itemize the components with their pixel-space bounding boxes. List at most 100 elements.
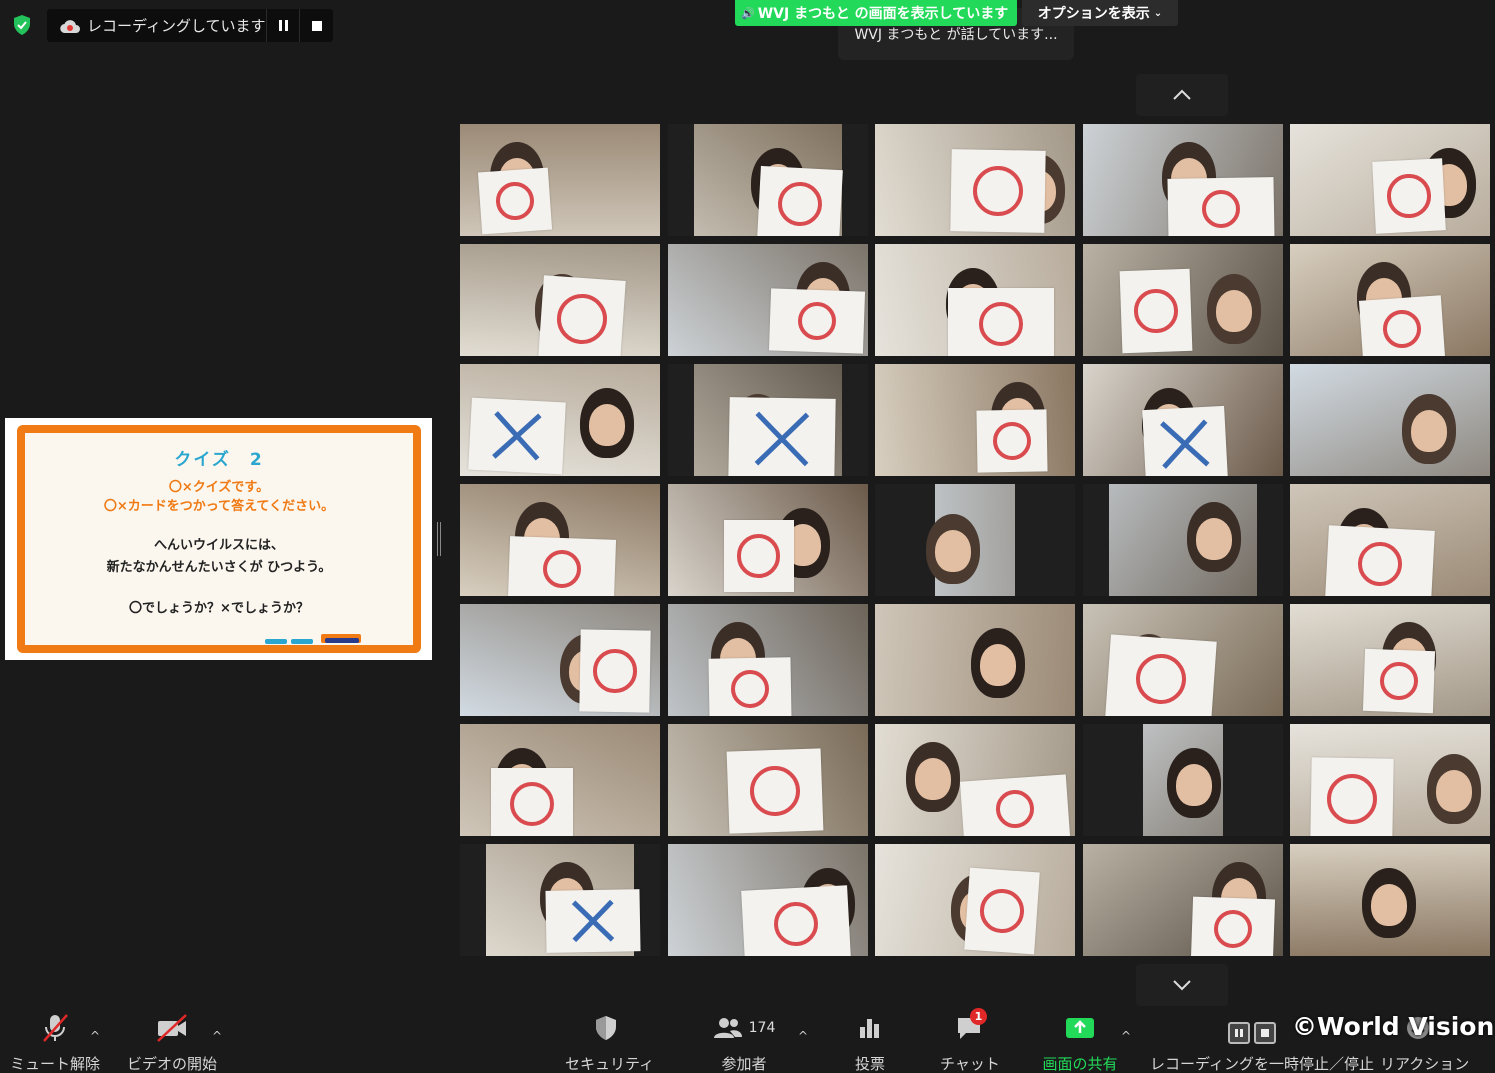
participant-video-tile[interactable] xyxy=(875,724,1075,836)
participant-video-tile[interactable] xyxy=(1290,604,1490,716)
participant-video-tile[interactable] xyxy=(667,124,868,236)
circle-answer-card xyxy=(1190,896,1275,956)
participant-video-tile[interactable] xyxy=(667,244,868,356)
polls-label: 投票 xyxy=(854,1055,885,1073)
circle-mark-icon xyxy=(978,887,1026,935)
polls-icon xyxy=(860,1019,879,1038)
letterbox-bar xyxy=(667,124,694,236)
participant-video-tile[interactable] xyxy=(460,724,660,836)
participant-video-tile[interactable] xyxy=(460,124,660,236)
zoom-meeting-window: レコーディングしています... WVJ まつもと が話しています... 🔊 WV… xyxy=(0,0,1495,1073)
circle-answer-card xyxy=(1310,757,1394,836)
participant-video-tile[interactable] xyxy=(1082,244,1283,356)
participant-video-tile[interactable] xyxy=(875,124,1075,236)
participant-video-tile[interactable] xyxy=(460,484,660,596)
participant-video-tile[interactable] xyxy=(1082,844,1283,956)
reactions-label: リアクション xyxy=(1380,1055,1470,1073)
circle-mark-icon xyxy=(542,549,582,589)
participants-count: 174 xyxy=(748,1020,776,1036)
circle-answer-card xyxy=(756,165,843,236)
participant-video-tile[interactable] xyxy=(667,484,868,596)
video-options-caret-icon[interactable]: ^ xyxy=(212,1029,222,1043)
chat-unread-badge: 1 xyxy=(970,1008,987,1025)
participant-video-tile[interactable] xyxy=(667,724,868,836)
participant-video-tile[interactable] xyxy=(460,844,660,956)
participant-gallery xyxy=(460,124,1490,956)
share-options-caret-icon[interactable]: ^ xyxy=(1121,1029,1131,1043)
participant-video-tile[interactable] xyxy=(875,484,1075,596)
circle-answer-card xyxy=(1372,158,1446,234)
participant-video-tile[interactable] xyxy=(460,364,660,476)
participant-video-tile[interactable] xyxy=(667,844,868,956)
participant-video-tile[interactable] xyxy=(1290,724,1490,836)
participant-video-tile[interactable] xyxy=(875,244,1075,356)
circle-answer-card xyxy=(740,885,851,956)
circle-mark-icon xyxy=(1326,773,1378,825)
circle-answer-card xyxy=(948,288,1054,356)
marker-decoration xyxy=(265,639,287,644)
participants-options-caret-icon[interactable]: ^ xyxy=(798,1029,808,1043)
letterbox-bar xyxy=(1222,724,1283,836)
microphone-muted-icon xyxy=(43,1014,68,1042)
circle-mark-icon xyxy=(992,421,1032,461)
circle-answer-card xyxy=(1325,525,1435,596)
audio-options-caret-icon[interactable]: ^ xyxy=(90,1029,100,1043)
participant-video-tile[interactable] xyxy=(1290,484,1490,596)
letterbox-bar xyxy=(460,844,486,956)
participants-label: 参加者 xyxy=(721,1055,767,1073)
participant-video-tile[interactable] xyxy=(875,604,1075,716)
polls-button[interactable]: 投票 xyxy=(845,1010,895,1073)
unmute-button[interactable]: ミュート解除 xyxy=(10,1010,100,1073)
participants-icon xyxy=(713,1018,742,1038)
participant-video-tile[interactable] xyxy=(875,364,1075,476)
participant-video-tile[interactable] xyxy=(460,244,660,356)
view-options-button[interactable]: オプションを表示 ⌄ xyxy=(1022,0,1178,26)
circle-mark-icon xyxy=(776,180,823,228)
start-video-button[interactable]: ビデオの開始 xyxy=(126,1010,218,1073)
chevron-down-icon xyxy=(1173,980,1191,991)
stop-recording-button[interactable] xyxy=(299,9,333,42)
participant-video-tile[interactable] xyxy=(1290,124,1490,236)
slide-title: クイズ 2 xyxy=(174,450,264,470)
encryption-shield-icon[interactable] xyxy=(8,10,36,40)
gallery-next-page-button[interactable] xyxy=(1136,964,1228,1006)
circle-answer-card xyxy=(768,288,865,354)
participant-video-tile[interactable] xyxy=(875,844,1075,956)
circle-mark-icon xyxy=(1133,288,1178,334)
recording-status-text: レコーディングしています... xyxy=(87,17,266,35)
security-shield-icon xyxy=(596,1016,616,1040)
participant-video-tile[interactable] xyxy=(1290,244,1490,356)
security-button[interactable]: セキュリティ xyxy=(565,1010,654,1073)
panel-resize-handle[interactable] xyxy=(437,522,442,556)
participant-video-tile[interactable] xyxy=(1082,724,1283,836)
recording-indicator: レコーディングしています... xyxy=(47,9,333,42)
participants-button[interactable]: 174 参加者 xyxy=(704,1010,784,1073)
participant-face xyxy=(1371,884,1407,926)
circle-answer-card xyxy=(707,657,792,716)
chat-button[interactable]: 1 チャット xyxy=(940,1008,1000,1073)
slide-line-5: 〇でしょうか？×でしょうか？ xyxy=(129,601,309,616)
circle-mark-icon xyxy=(972,165,1024,217)
circle-mark-icon xyxy=(736,534,781,578)
participant-video-tile[interactable] xyxy=(1082,124,1283,236)
circle-mark-icon xyxy=(748,764,801,818)
participant-video-tile[interactable] xyxy=(1082,364,1283,476)
participant-video-tile[interactable] xyxy=(1082,604,1283,716)
video-feed xyxy=(1082,484,1283,596)
circle-mark-icon xyxy=(1386,173,1432,219)
participant-video-tile[interactable] xyxy=(1082,484,1283,596)
participant-video-tile[interactable] xyxy=(460,604,660,716)
share-screen-button[interactable]: 画面の共有 xyxy=(1038,1010,1122,1073)
circle-mark-icon xyxy=(1356,540,1404,588)
participant-video-tile[interactable] xyxy=(1290,364,1490,476)
circle-answer-card xyxy=(579,629,651,713)
circle-answer-card xyxy=(1119,268,1192,354)
participant-video-tile[interactable] xyxy=(1290,844,1490,956)
gallery-prev-page-button[interactable] xyxy=(1136,74,1228,116)
circle-answer-card xyxy=(477,167,553,235)
participant-video-tile[interactable] xyxy=(667,604,868,716)
circle-mark-icon xyxy=(554,291,610,347)
circle-mark-icon xyxy=(509,781,555,827)
participant-video-tile[interactable] xyxy=(667,364,868,476)
pause-recording-button[interactable] xyxy=(265,9,300,42)
